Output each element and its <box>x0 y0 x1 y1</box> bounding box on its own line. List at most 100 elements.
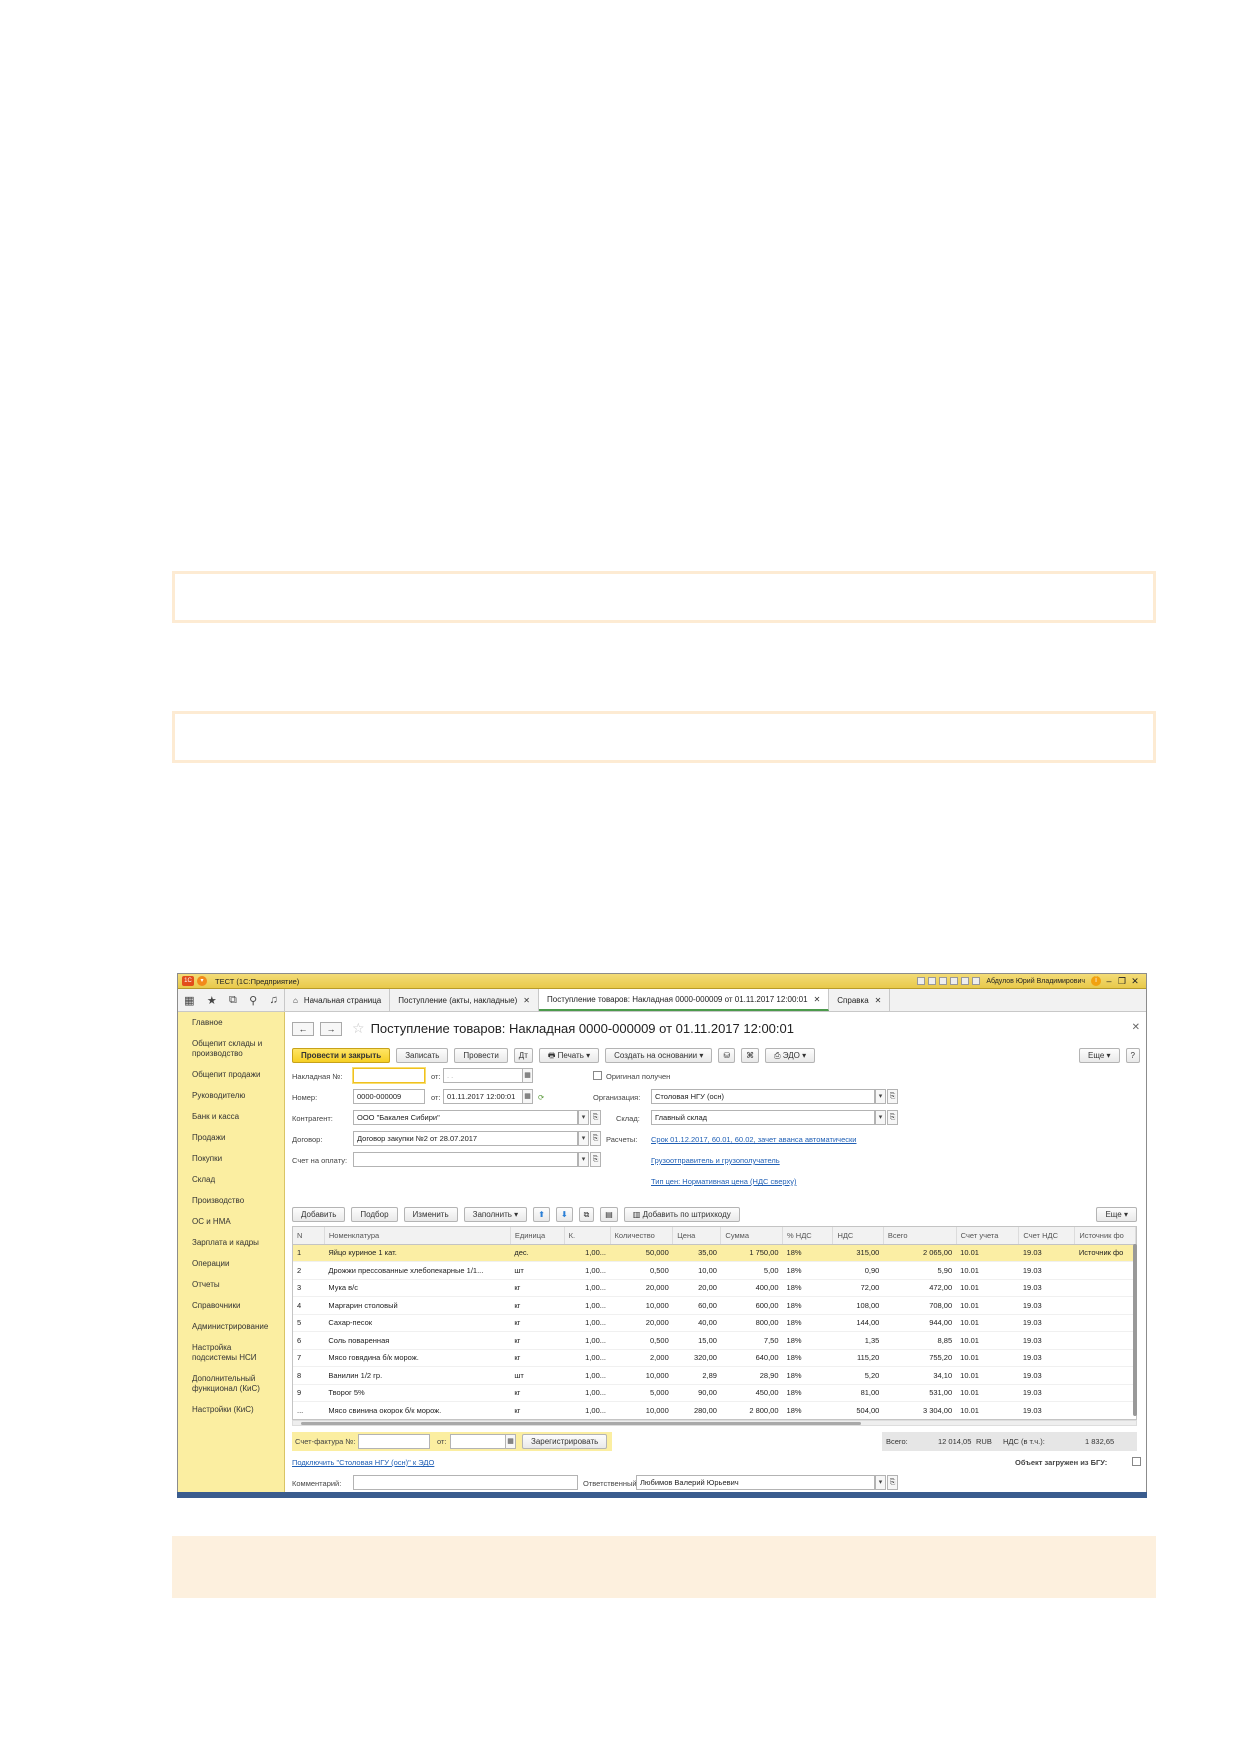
sidebar-item-reports[interactable]: Отчеты <box>178 1280 284 1290</box>
table-cell[interactable]: 19.03 <box>1018 1244 1075 1262</box>
table-cell[interactable]: 10.01 <box>956 1349 1019 1367</box>
table-cell[interactable]: Мясо говядина б/к морож. <box>324 1349 511 1367</box>
table-cell[interactable]: 10.01 <box>956 1279 1019 1297</box>
table-cell[interactable]: 19.03 <box>1018 1314 1075 1332</box>
table-cell[interactable]: 18% <box>782 1314 833 1332</box>
post-and-close-button[interactable]: Провести и закрыть <box>292 1048 391 1063</box>
close-icon[interactable]: ✕ <box>523 996 530 1005</box>
structure-icon[interactable]: ⛁ <box>718 1048 736 1063</box>
table-cell[interactable]: дес. <box>510 1244 565 1262</box>
table-cell[interactable]: 315,00 <box>832 1244 884 1262</box>
horizontal-scrollbar[interactable] <box>292 1420 1137 1426</box>
apps-grid-icon[interactable]: ▦ <box>184 994 194 1007</box>
table-cell[interactable]: 19.03 <box>1018 1366 1075 1385</box>
table-cell[interactable]: 10,000 <box>610 1296 673 1315</box>
table-cell[interactable]: 108,00 <box>832 1296 884 1315</box>
table-row[interactable]: 2 Дрожжи прессованные хлебопекарные 1/1..… <box>293 1261 1136 1280</box>
table-cell[interactable]: 18% <box>782 1296 833 1315</box>
table-cell[interactable]: 0,500 <box>610 1331 673 1350</box>
column-header[interactable]: Количество <box>610 1227 674 1245</box>
date-field[interactable]: 01.11.2017 12:00:01 <box>443 1089 523 1104</box>
table-cell[interactable]: 18% <box>782 1349 833 1367</box>
favorite-star-icon[interactable]: ☆ <box>352 1020 365 1037</box>
comment-field[interactable] <box>353 1475 578 1490</box>
change-button[interactable]: Изменить <box>403 1207 458 1222</box>
table-cell[interactable]: 1,00... <box>564 1366 611 1385</box>
table-cell[interactable] <box>1074 1279 1136 1297</box>
paste-icon[interactable]: ▤ <box>600 1207 618 1222</box>
sidebar-item-nsi-settings[interactable]: Настройка подсистемы НСИ <box>178 1343 284 1363</box>
table-cell[interactable]: 6 <box>293 1331 325 1350</box>
table-cell[interactable]: 19.03 <box>1018 1331 1075 1350</box>
save-icon[interactable] <box>939 977 948 985</box>
price-type-link[interactable]: Тип цен: Нормативная цена (НДС сверху) <box>651 1177 796 1186</box>
column-header[interactable]: Цена <box>672 1227 722 1245</box>
table-cell[interactable]: 20,00 <box>672 1279 721 1297</box>
table-cell[interactable]: Сахар-песок <box>324 1314 511 1332</box>
table-cell[interactable]: 5,000 <box>610 1384 673 1402</box>
calendar-icon[interactable] <box>950 977 959 985</box>
table-cell[interactable]: 10.01 <box>956 1314 1019 1332</box>
sidebar-item-main[interactable]: Главное <box>178 1018 284 1028</box>
table-row[interactable]: 8 Ванилин 1/2 гр. шт 1,00... 10,000 2,89 28,90… <box>293 1366 1136 1385</box>
table-cell[interactable]: кг <box>510 1314 565 1332</box>
table-cell[interactable]: 1,00... <box>564 1401 611 1419</box>
table-cell[interactable]: Маргарин столовый <box>324 1296 511 1315</box>
table-cell[interactable]: 18% <box>782 1279 833 1297</box>
sidebar-item-purchases[interactable]: Покупки <box>178 1154 284 1164</box>
sidebar-item-directories[interactable]: Справочники <box>178 1301 284 1311</box>
table-cell[interactable]: кг <box>510 1349 565 1367</box>
sidebar-item-fixed-assets[interactable]: ОС и НМА <box>178 1217 284 1227</box>
table-cell[interactable]: 2,89 <box>672 1366 721 1385</box>
table-cell[interactable]: 15,00 <box>672 1331 721 1350</box>
column-header[interactable]: Счет НДС <box>1018 1227 1076 1245</box>
table-cell[interactable]: Соль поваренная <box>324 1331 511 1350</box>
calendar-icon[interactable]: ▦ <box>522 1068 533 1083</box>
table-cell[interactable]: 7 <box>293 1349 325 1367</box>
table-cell[interactable]: 1,00... <box>564 1384 611 1402</box>
table-cell[interactable]: 18% <box>782 1366 833 1385</box>
sidebar-item-bank[interactable]: Банк и касса <box>178 1112 284 1122</box>
history-icon[interactable]: ⧉ <box>229 994 237 1007</box>
table-more-button[interactable]: Еще ▾ <box>1096 1207 1137 1222</box>
table-cell[interactable]: 5,20 <box>832 1366 884 1385</box>
sidebar-item-kis-settings[interactable]: Настройки (КиС) <box>178 1405 284 1415</box>
table-cell[interactable]: 10,000 <box>610 1401 673 1419</box>
table-cell[interactable]: ... <box>293 1401 325 1419</box>
contractor-field[interactable]: ООО "Бакалея Сибири" <box>353 1110 578 1125</box>
sidebar-item-catering-warehouses[interactable]: Общепит склады и производство <box>178 1039 284 1059</box>
restore-icon[interactable]: ❐ <box>1117 976 1127 987</box>
table-cell[interactable]: 10.01 <box>956 1384 1019 1402</box>
table-cell[interactable]: 20,000 <box>610 1314 673 1332</box>
table-cell[interactable]: 35,00 <box>672 1244 721 1262</box>
table-cell[interactable]: 4 <box>293 1296 325 1315</box>
table-cell[interactable]: 19.03 <box>1018 1279 1075 1297</box>
chevron-down-icon[interactable]: ▾ <box>875 1089 886 1104</box>
search-icon[interactable]: ⚲ <box>249 994 257 1007</box>
table-cell[interactable] <box>1074 1349 1136 1367</box>
sidebar-item-sales[interactable]: Продажи <box>178 1133 284 1143</box>
close-icon[interactable]: ✕ <box>875 996 882 1005</box>
table-cell[interactable]: 10.01 <box>956 1331 1019 1350</box>
table-cell[interactable]: 18% <box>782 1261 833 1280</box>
contract-field[interactable]: Договор закупки №2 от 28.07.2017 <box>353 1131 578 1146</box>
calendar-icon[interactable]: ▦ <box>505 1434 516 1449</box>
table-cell[interactable]: Мясо свинина окорок б/к морож. <box>324 1401 511 1419</box>
table-cell[interactable]: 34,10 <box>883 1366 957 1385</box>
table-cell[interactable]: 504,00 <box>832 1401 884 1419</box>
table-cell[interactable]: 40,00 <box>672 1314 721 1332</box>
pick-button[interactable]: Подбор <box>351 1207 398 1222</box>
tab-receipt-document[interactable]: Поступление товаров: Накладная 0000-0000… <box>539 989 830 1011</box>
table-cell[interactable]: шт <box>510 1261 565 1280</box>
open-link-icon[interactable]: ⎘ <box>590 1131 601 1146</box>
edo-connect-link[interactable]: Подключить "Столовая НГУ (осн)" к ЭДО <box>292 1458 434 1467</box>
table-cell[interactable]: Яйцо куриное 1 кат. <box>324 1244 511 1262</box>
table-cell[interactable]: кг <box>510 1279 565 1297</box>
bell-icon[interactable]: ♫ <box>270 994 278 1006</box>
sidebar-item-operations[interactable]: Операции <box>178 1259 284 1269</box>
column-header[interactable]: Всего <box>883 1227 957 1245</box>
table-cell[interactable]: 10.01 <box>956 1366 1019 1385</box>
table-cell[interactable]: 8,85 <box>883 1331 957 1350</box>
table-cell[interactable]: 19.03 <box>1018 1401 1075 1419</box>
table-cell[interactable]: 800,00 <box>720 1314 783 1332</box>
